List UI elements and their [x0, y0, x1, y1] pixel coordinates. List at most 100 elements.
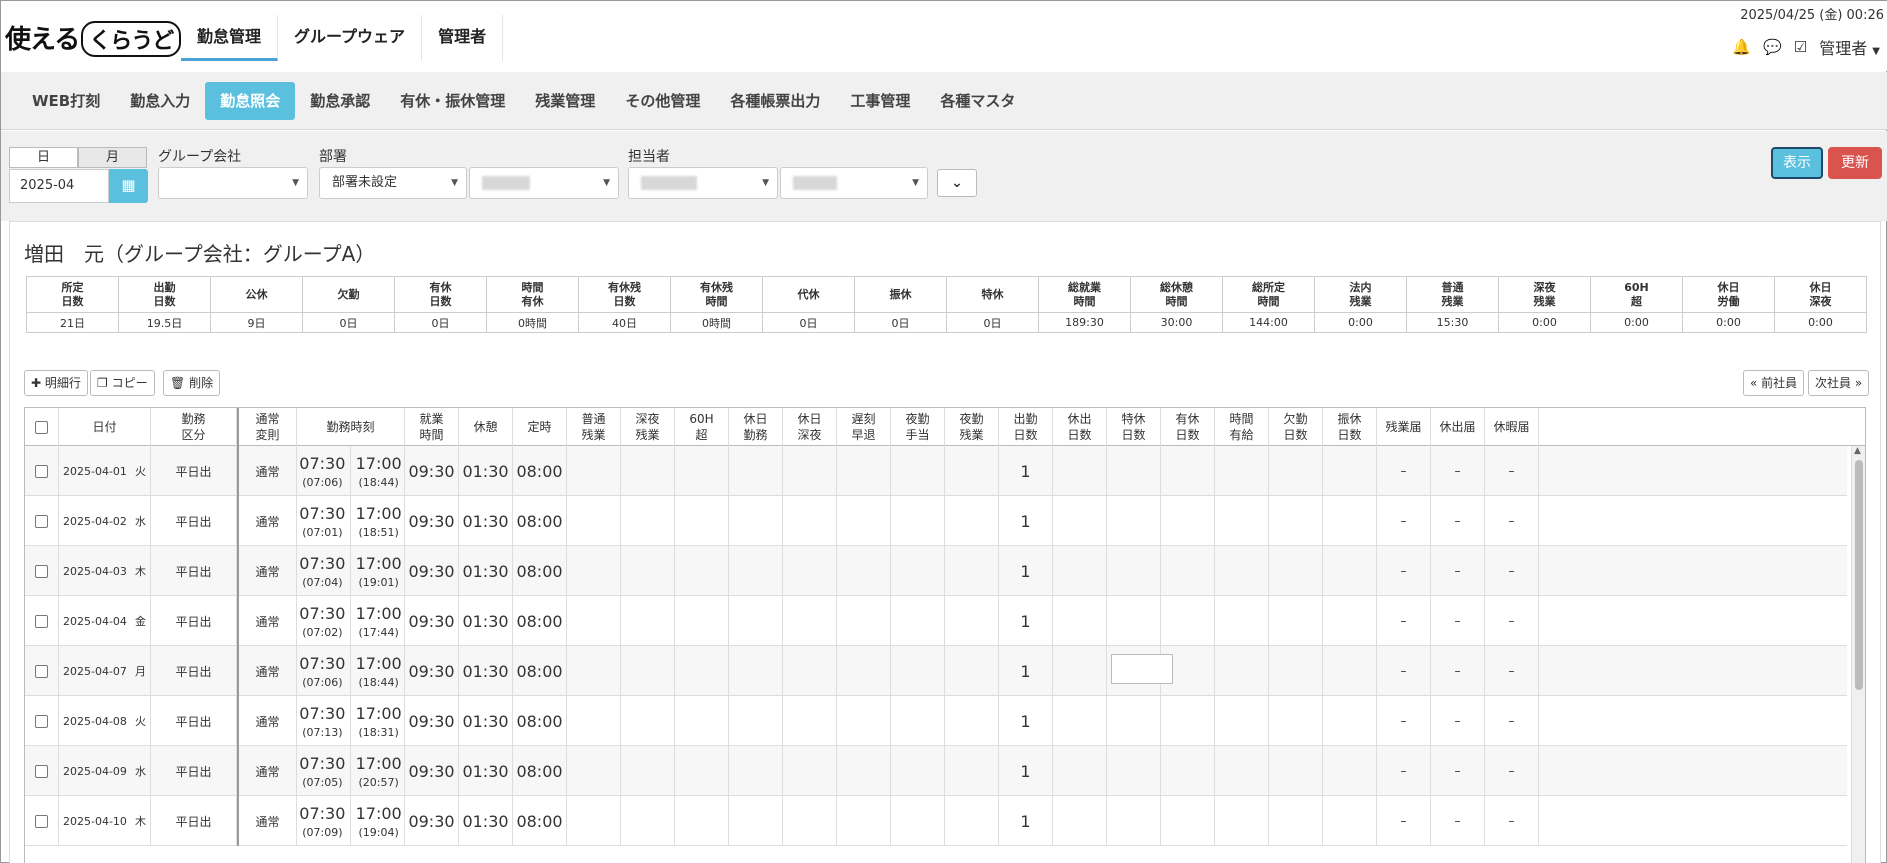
- row-checkbox[interactable]: [35, 714, 48, 728]
- approval-icon[interactable]: ☑: [1794, 38, 1807, 56]
- row-break: 01:30: [462, 461, 509, 481]
- cell-special-days: [1107, 696, 1161, 746]
- add-row-button[interactable]: ✚ 明細行: [24, 370, 88, 396]
- update-button[interactable]: 更新: [1828, 147, 1882, 179]
- tab-groupware[interactable]: グループウェア: [278, 15, 423, 61]
- summary-value: 19.5日: [118, 312, 211, 333]
- person-sub-select[interactable]: ▼: [780, 167, 928, 199]
- cell-ot-normal: [567, 646, 621, 696]
- cell-normal: 通常: [237, 696, 297, 746]
- subnav-reports[interactable]: 各種帳票出力: [715, 82, 835, 120]
- table-row[interactable]: 2025-04-01 火 平日出 通常 07:30 (07:06) 17:00 (18:44)…: [25, 446, 1847, 496]
- dept-select[interactable]: 部署未設定 ▼: [319, 167, 467, 199]
- row-checkbox[interactable]: [35, 564, 48, 578]
- employee-title: 増田 元（グループ会社：グループA）: [24, 242, 376, 266]
- subnav-paid-leave[interactable]: 有休・振休管理: [385, 82, 520, 120]
- user-menu[interactable]: 管理者 ▼: [1819, 35, 1880, 59]
- group-select[interactable]: ▼: [158, 167, 308, 199]
- cell-break: 01:30: [459, 796, 513, 846]
- row-checkbox[interactable]: [35, 514, 48, 528]
- row-ot-report: –: [1400, 814, 1407, 828]
- grid-header-holiday-work: 休日 勤務: [729, 408, 783, 446]
- row-checkbox[interactable]: [35, 614, 48, 628]
- cell-paid-days: [1161, 746, 1215, 796]
- show-button[interactable]: 表示: [1771, 147, 1823, 179]
- end-time-value: 17:00: [355, 453, 402, 473]
- subnav-attendance-input[interactable]: 勤怠入力: [115, 82, 205, 120]
- chat-icon[interactable]: 💬: [1763, 38, 1782, 56]
- table-row[interactable]: 2025-04-03 木 平日出 通常 07:30 (07:04) 17:00 (19:01)…: [25, 546, 1847, 596]
- grid-header-sub-days: 振休 日数: [1323, 408, 1377, 446]
- cell-special-days: [1107, 646, 1173, 696]
- row-leave-report: –: [1508, 464, 1515, 478]
- summary-header: 有休残 日数: [578, 276, 671, 313]
- subnav-masters[interactable]: 各種マスタ: [925, 82, 1030, 120]
- cell-fixed: 08:00: [513, 696, 567, 746]
- start-time-actual: (07:06): [302, 475, 343, 489]
- caret-down-icon: ▼: [1872, 46, 1880, 57]
- select-all-checkbox[interactable]: [25, 408, 59, 446]
- subnav-attendance-view[interactable]: 勤怠照会: [205, 82, 296, 120]
- start-time-actual: (07:02): [302, 625, 343, 639]
- end-time-value: 17:00: [355, 503, 402, 523]
- scroll-up-icon[interactable]: ▲: [1854, 446, 1861, 456]
- tab-admin[interactable]: 管理者: [422, 15, 504, 61]
- calendar-icon[interactable]: ▦: [109, 169, 148, 203]
- delete-button[interactable]: 🗑 削除: [163, 370, 221, 396]
- row-leave-report: –: [1508, 664, 1515, 678]
- cell-work-time: 07:30 (07:13) 17:00 (18:31): [297, 696, 405, 746]
- row-working: 09:30: [408, 611, 455, 631]
- grid-header-working: 就業 時間: [405, 408, 459, 446]
- start-time-actual: (07:13): [302, 725, 343, 739]
- table-row[interactable]: 2025-04-04 金 平日出 通常 07:30 (07:02) 17:00 (17:44)…: [25, 596, 1847, 646]
- table-row[interactable]: 2025-04-10 木 平日出 通常 07:30 (07:09) 17:00 (19:04)…: [25, 796, 1847, 846]
- row-date: 2025-04-04: [63, 614, 127, 628]
- vertical-scrollbar[interactable]: ▲: [1851, 446, 1865, 863]
- caret-down-icon: ▼: [603, 178, 610, 188]
- prev-employee-button[interactable]: « 前社員: [1743, 370, 1805, 396]
- summary-value: 0日: [302, 312, 395, 333]
- month-toggle[interactable]: 月: [78, 147, 147, 168]
- copy-button[interactable]: ❐ コピー: [90, 370, 155, 396]
- cell-check: [25, 496, 59, 546]
- app-logo[interactable]: 使える くらうど: [5, 19, 182, 57]
- grid-header-work-time: 勤務時刻: [297, 408, 405, 446]
- cell-work-time: 07:30 (07:06) 17:00 (18:44): [297, 446, 405, 496]
- cell-ot-night: [621, 646, 675, 696]
- row-checkbox[interactable]: [35, 764, 48, 778]
- cell-check: [25, 446, 59, 496]
- tab-attendance[interactable]: 勤怠管理: [181, 15, 279, 61]
- subnav-overtime[interactable]: 残業管理: [520, 82, 610, 120]
- row-date: 2025-04-03: [63, 564, 127, 578]
- row-working: 09:30: [408, 711, 455, 731]
- cell-hour-paid: [1215, 496, 1269, 546]
- summary-header: 特休: [946, 276, 1039, 313]
- subnav-other[interactable]: その他管理: [610, 82, 715, 120]
- subnav-attendance-approval[interactable]: 勤怠承認: [295, 82, 385, 120]
- person-select[interactable]: ▼: [628, 167, 778, 199]
- expand-filter-button[interactable]: ⌄: [937, 169, 977, 197]
- subnav-web-stamp[interactable]: WEB打刻: [17, 82, 115, 120]
- add-row-label: 明細行: [44, 376, 81, 390]
- table-row[interactable]: 2025-04-09 水 平日出 通常 07:30 (07:05) 17:00 (20:57)…: [25, 746, 1847, 796]
- logo-cloud: くらうど: [81, 21, 182, 57]
- next-employee-button[interactable]: 次社員 »: [1808, 370, 1870, 396]
- table-row[interactable]: 2025-04-08 火 平日出 通常 07:30 (07:13) 17:00 (18:31)…: [25, 696, 1847, 746]
- row-checkbox[interactable]: [35, 464, 48, 478]
- subnav-construction[interactable]: 工事管理: [835, 82, 925, 120]
- cell-working: 09:30: [405, 796, 459, 846]
- bell-icon[interactable]: 🔔: [1732, 38, 1751, 56]
- month-input[interactable]: 2025-04: [9, 169, 109, 203]
- table-row[interactable]: 2025-04-02 水 平日出 通常 07:30 (07:01) 17:00 (18:51)…: [25, 496, 1847, 546]
- table-row[interactable]: 2025-04-07 月 平日出 通常 07:30 (07:06) 17:00 (18:44)…: [25, 646, 1847, 696]
- checkbox[interactable]: [35, 420, 48, 434]
- row-checkbox[interactable]: [35, 664, 48, 678]
- cell-paid-days: [1161, 596, 1215, 646]
- end-time-actual: (18:31): [358, 725, 399, 739]
- scroll-thumb[interactable]: [1855, 460, 1863, 690]
- row-checkbox[interactable]: [35, 814, 48, 828]
- person-label: 担当者: [628, 149, 670, 165]
- end-time: 17:00 (17:44): [356, 604, 402, 639]
- dept-sub-select[interactable]: ▼: [469, 167, 619, 199]
- day-toggle[interactable]: 日: [9, 147, 78, 168]
